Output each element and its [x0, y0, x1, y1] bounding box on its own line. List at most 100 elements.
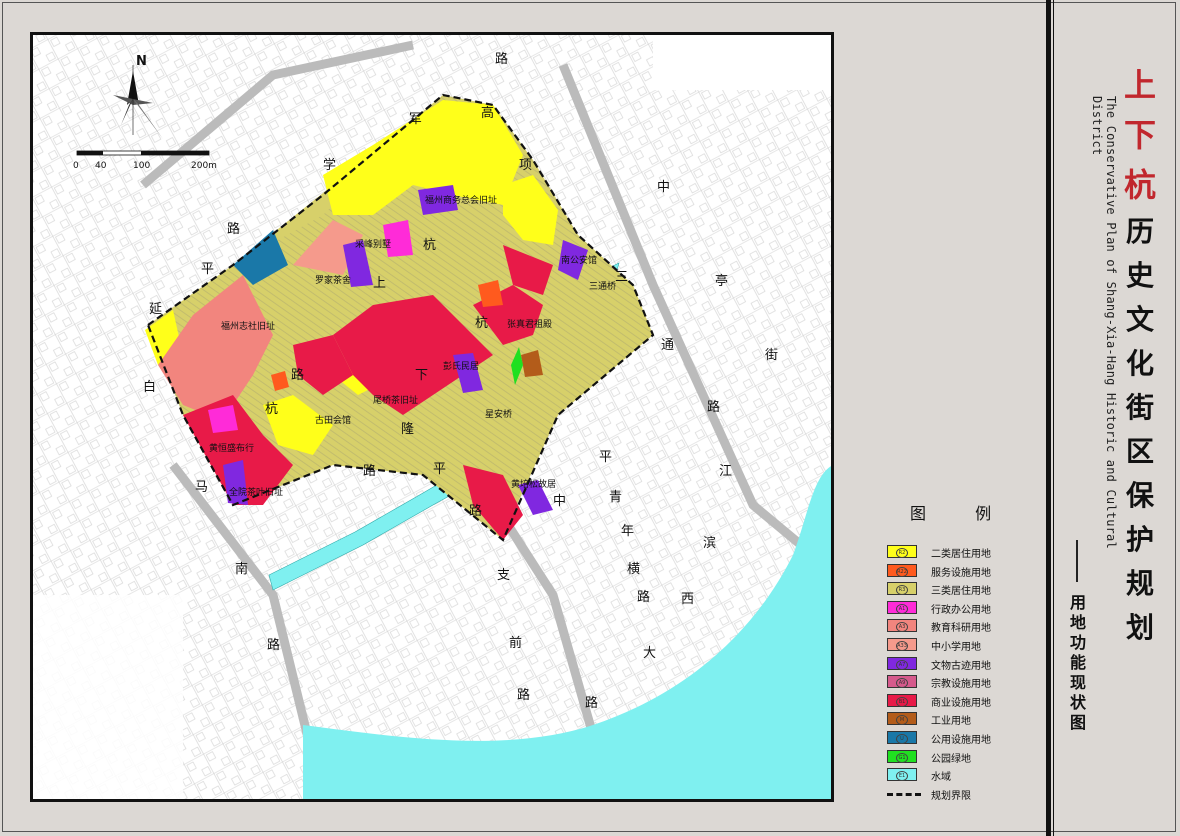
legend-item: A3 教育科研用地 — [884, 618, 1044, 634]
map-frame[interactable]: N 0 40 100 200m 福州商务总会旧址 采峰别墅 南公安馆 福州志社旧… — [30, 32, 834, 802]
blank-corner — [33, 595, 183, 799]
legend-code: G1 — [896, 752, 908, 763]
landmark-label: 罗家茶舍 — [315, 274, 351, 286]
road-label: 前 — [509, 635, 522, 651]
legend-item: 规划界限 — [884, 786, 1044, 802]
legend-code: R3 — [896, 585, 908, 596]
title-char: 上 — [1123, 66, 1156, 104]
legend-label: 宗教设施用地 — [931, 679, 991, 691]
legend-label: 二类居住用地 — [931, 549, 991, 560]
landmark-label: 张真君祖殿 — [507, 318, 552, 330]
road-label: 杭 — [475, 316, 488, 331]
road-label: 路 — [637, 589, 650, 605]
north-label: N — [136, 54, 147, 69]
legend-item: A1 行政办公用地 — [884, 600, 1044, 616]
road-label: 上 — [373, 276, 386, 291]
road-label: 下 — [415, 368, 428, 383]
legend-swatch: M — [887, 712, 917, 726]
road-label: 路 — [291, 367, 304, 383]
landmark-label: 三通桥 — [589, 280, 616, 292]
landmark-label: 黄恒盛布行 — [209, 442, 254, 454]
road-label: 平 — [599, 450, 612, 465]
road-label: 杭 — [265, 402, 278, 417]
legend-item: A33 中小学用地 — [884, 637, 1044, 653]
title-char: 文 — [1125, 303, 1154, 336]
legend-item: R22 服务设施用地 — [884, 563, 1044, 579]
road-label: 路 — [707, 399, 720, 415]
legend-label: 规划界限 — [931, 790, 971, 802]
scale-tick: 100 — [133, 161, 150, 171]
legend-item: M 工业用地 — [884, 711, 1044, 727]
landmark-label: 古田会馆 — [315, 414, 351, 426]
legend-item: R2 二类居住用地 — [884, 544, 1044, 560]
legend-boundary-line — [887, 792, 921, 796]
legend-label: 公园绿地 — [931, 753, 971, 765]
title-char: 化 — [1125, 347, 1154, 380]
road-label: 杭 — [423, 238, 436, 253]
legend-swatch: U — [887, 731, 917, 744]
legend-code: M — [896, 715, 908, 726]
landmark-label: 南公安馆 — [561, 254, 597, 266]
legend-label: 教育科研用地 — [931, 623, 991, 635]
title-char: 下 — [1123, 116, 1156, 154]
legend-swatch: A3 — [887, 619, 917, 633]
blank-corner — [653, 35, 831, 90]
title-char: 史 — [1125, 259, 1154, 292]
title-char: 街 — [1125, 391, 1154, 424]
road-label: 青 — [609, 490, 622, 505]
road-label: 延 — [149, 302, 162, 317]
legend-item: B1 商业设施用地 — [884, 693, 1044, 709]
road-label: 马 — [195, 480, 208, 495]
legend-label: 文物古迹用地 — [931, 660, 991, 672]
title-chinese-red: 上 下 杭 — [1118, 60, 1162, 210]
title-char: 历 — [1125, 215, 1154, 248]
a1-office[interactable] — [383, 220, 413, 257]
legend-label: 服务设施用地 — [931, 567, 991, 579]
land-use-map[interactable]: N 0 40 100 200m 福州商务总会旧址 采峰别墅 南公安馆 福州志社旧… — [33, 35, 831, 799]
road-label: 路 — [585, 695, 598, 711]
landmark-label: 福州商务总会旧址 — [425, 194, 497, 206]
legend-swatch: G1 — [887, 749, 917, 763]
legend-label: 水域 — [931, 772, 951, 784]
legend-swatch: E1 — [887, 768, 917, 782]
legend-swatch: A1 — [887, 600, 917, 614]
road-label: 路 — [495, 51, 508, 67]
legend-item: A9 宗教设施用地 — [884, 674, 1044, 690]
road-label: 街 — [765, 348, 778, 363]
road-label: 南 — [235, 561, 248, 577]
road-label: 军 — [409, 112, 422, 127]
road-label: 路 — [227, 221, 240, 237]
legend-code: E1 — [896, 771, 908, 782]
legend-swatch: R3 — [887, 582, 917, 596]
legend-code: R2 — [896, 548, 908, 558]
scale-bar: 0 40 100 200m — [73, 150, 217, 171]
legend-swatch: A7 — [887, 656, 917, 670]
road-label: 江 — [719, 464, 732, 479]
legend-code: U — [896, 734, 908, 744]
road-label: 支 — [497, 568, 510, 583]
legend-item: A7 文物古迹用地 — [884, 656, 1044, 672]
title-chinese-black: 历 史 文 化 街 区 保 护 规 划 — [1118, 210, 1162, 650]
title-dash — [1076, 540, 1078, 582]
road-label: 项 — [519, 158, 532, 173]
legend-item: R3 三类居住用地 — [884, 581, 1044, 597]
title-english: The Conservative Plan of Shang-Xia-Hang … — [1090, 96, 1118, 549]
legend-swatch: A33 — [887, 638, 917, 651]
scale-tick: 0 — [73, 161, 79, 171]
landmark-label: 彭氏民居 — [443, 360, 479, 372]
legend-swatch: B1 — [887, 693, 917, 707]
legend-label: 行政办公用地 — [931, 604, 991, 616]
title-divider — [1053, 0, 1054, 836]
legend-title: 图 例 — [910, 504, 1014, 523]
road-label: 路 — [363, 463, 376, 479]
legend-code: A3 — [896, 622, 908, 633]
road-label: 西 — [681, 592, 694, 607]
legend-label: 工业用地 — [931, 716, 971, 728]
a1-office[interactable] — [208, 405, 238, 433]
road-label: 三 — [615, 270, 628, 285]
road-label: 路 — [267, 637, 280, 653]
legend-label: 中小学用地 — [931, 642, 981, 653]
road-label: 大 — [643, 646, 656, 661]
title-char: 保 — [1125, 479, 1154, 512]
road-label: 中 — [657, 180, 670, 195]
